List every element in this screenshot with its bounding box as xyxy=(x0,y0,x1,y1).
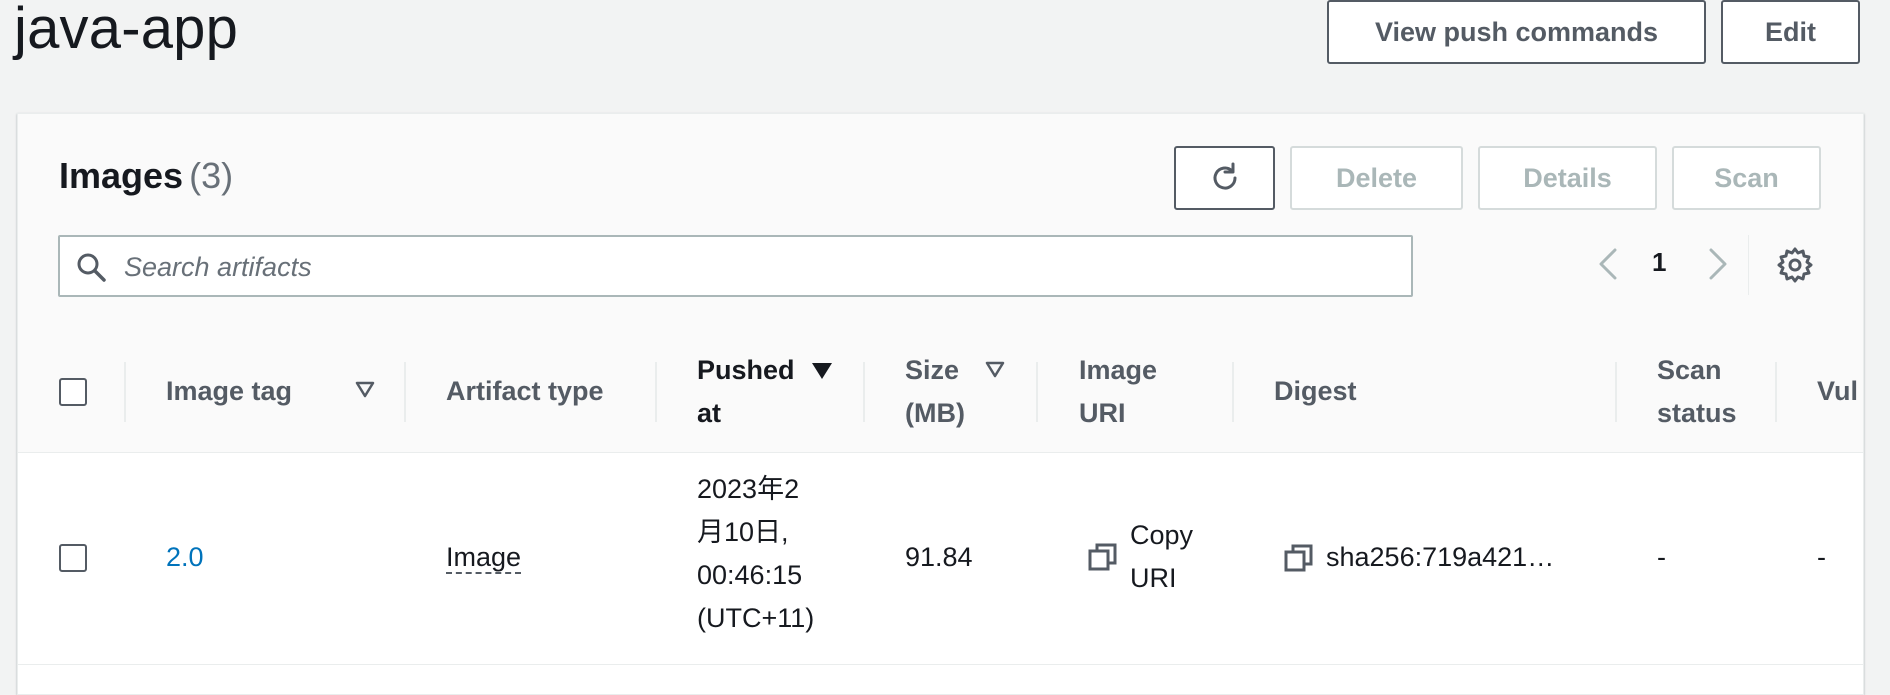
table-row: 2.0 Image 2023年2 月10日, 00:46:15 (UTC+11)… xyxy=(18,453,1863,665)
size-header-label-line1: Size xyxy=(905,354,960,385)
scan-status-cell: - xyxy=(1657,542,1666,572)
pushed-at-header-label-line2: at xyxy=(697,397,722,428)
image-tag-link[interactable]: 2.0 xyxy=(166,536,204,579)
column-header-image-tag[interactable]: Image tag xyxy=(166,331,292,452)
vulnerabilities-header-label: Vul xyxy=(1817,376,1859,406)
column-header-scan-status[interactable]: Scan status xyxy=(1657,331,1737,452)
pagination-current-page[interactable]: 1 xyxy=(1652,247,1666,278)
images-count: (3) xyxy=(189,155,234,196)
vulnerabilities-cell: - xyxy=(1817,542,1826,572)
artifact-type-header-label: Artifact type xyxy=(446,376,604,406)
column-header-digest[interactable]: Digest xyxy=(1274,331,1357,452)
pushed-at-line: 00:46:15 xyxy=(697,560,803,590)
scan-status-header-label-line2: status xyxy=(1657,397,1737,428)
edit-button[interactable]: Edit xyxy=(1721,0,1860,64)
copy-digest-button[interactable]: sha256:719a421… xyxy=(1284,536,1554,579)
copy-uri-label-line1: Copy xyxy=(1130,520,1194,550)
chevron-right-icon[interactable] xyxy=(1701,244,1735,284)
size-header-label-line2: (MB) xyxy=(905,397,965,428)
copy-uri-label-line2: URI xyxy=(1130,563,1177,593)
pagination-divider xyxy=(1748,235,1749,295)
column-divider xyxy=(1036,362,1038,422)
images-panel: Images(3) Delete Details Scan 1 xyxy=(17,113,1864,695)
copy-icon xyxy=(1284,544,1313,571)
column-header-pushed-at[interactable]: Pushed at xyxy=(697,331,795,452)
column-header-artifact-type[interactable]: Artifact type xyxy=(446,331,604,452)
delete-button[interactable]: Delete xyxy=(1290,146,1463,210)
column-divider xyxy=(1615,362,1617,422)
digest-header-label: Digest xyxy=(1274,376,1357,406)
images-title-label: Images xyxy=(59,155,184,196)
search-icon xyxy=(77,253,106,282)
column-divider xyxy=(863,362,865,422)
table-header: Image tag Artifact type Pushed at Size (… xyxy=(18,331,1863,453)
column-header-image-uri[interactable]: Image URI xyxy=(1079,331,1157,452)
select-all-checkbox[interactable] xyxy=(59,378,87,406)
refresh-icon xyxy=(1213,162,1237,190)
sort-caret-icon[interactable] xyxy=(985,361,1005,379)
column-divider xyxy=(655,362,657,422)
image-uri-header-label-line1: Image xyxy=(1079,354,1158,385)
image-tag-header-label: Image tag xyxy=(166,376,293,406)
images-panel-header: Images(3) Delete Details Scan 1 xyxy=(18,114,1863,332)
column-divider xyxy=(404,362,406,422)
artifact-type-cell: Image xyxy=(446,536,522,579)
pushed-at-header-label-line1: Pushed xyxy=(697,354,795,385)
copy-icon xyxy=(1088,543,1117,571)
settings-gear-icon[interactable] xyxy=(1776,246,1814,284)
column-divider xyxy=(1232,362,1234,422)
pushed-at-line: 月10日, xyxy=(697,517,789,547)
page-title: java-app xyxy=(14,0,239,61)
search-box xyxy=(58,235,1413,297)
details-button[interactable]: Details xyxy=(1478,146,1657,210)
sort-caret-icon[interactable] xyxy=(355,381,375,399)
scan-button[interactable]: Scan xyxy=(1672,146,1821,210)
copy-uri-button[interactable]: Copy URI xyxy=(1088,514,1193,600)
artifact-type-value[interactable]: Image xyxy=(446,542,522,574)
view-push-commands-button[interactable]: View push commands xyxy=(1327,0,1706,64)
row-checkbox[interactable] xyxy=(59,544,87,572)
column-divider xyxy=(124,362,126,422)
digest-value: sha256:719a421… xyxy=(1326,542,1555,572)
column-header-vulnerabilities[interactable]: Vul xyxy=(1817,331,1858,452)
sort-descending-icon[interactable] xyxy=(811,361,833,381)
pushed-at-line: (UTC+11) xyxy=(697,603,815,633)
scan-status-header-label-line1: Scan xyxy=(1657,354,1722,385)
column-divider xyxy=(1775,362,1777,422)
images-panel-title: Images (3) xyxy=(59,155,233,197)
refresh-button[interactable] xyxy=(1174,146,1275,210)
chevron-left-icon[interactable] xyxy=(1591,244,1625,284)
size-cell: 91.84 xyxy=(905,542,973,572)
image-uri-header-label-line2: URI xyxy=(1079,397,1126,428)
pushed-at-line: 2023年2 xyxy=(697,474,800,504)
search-input[interactable] xyxy=(122,243,1386,291)
pushed-at-cell: 2023年2 月10日, 00:46:15 (UTC+11) xyxy=(697,468,814,640)
column-header-size[interactable]: Size (MB) xyxy=(905,331,965,452)
